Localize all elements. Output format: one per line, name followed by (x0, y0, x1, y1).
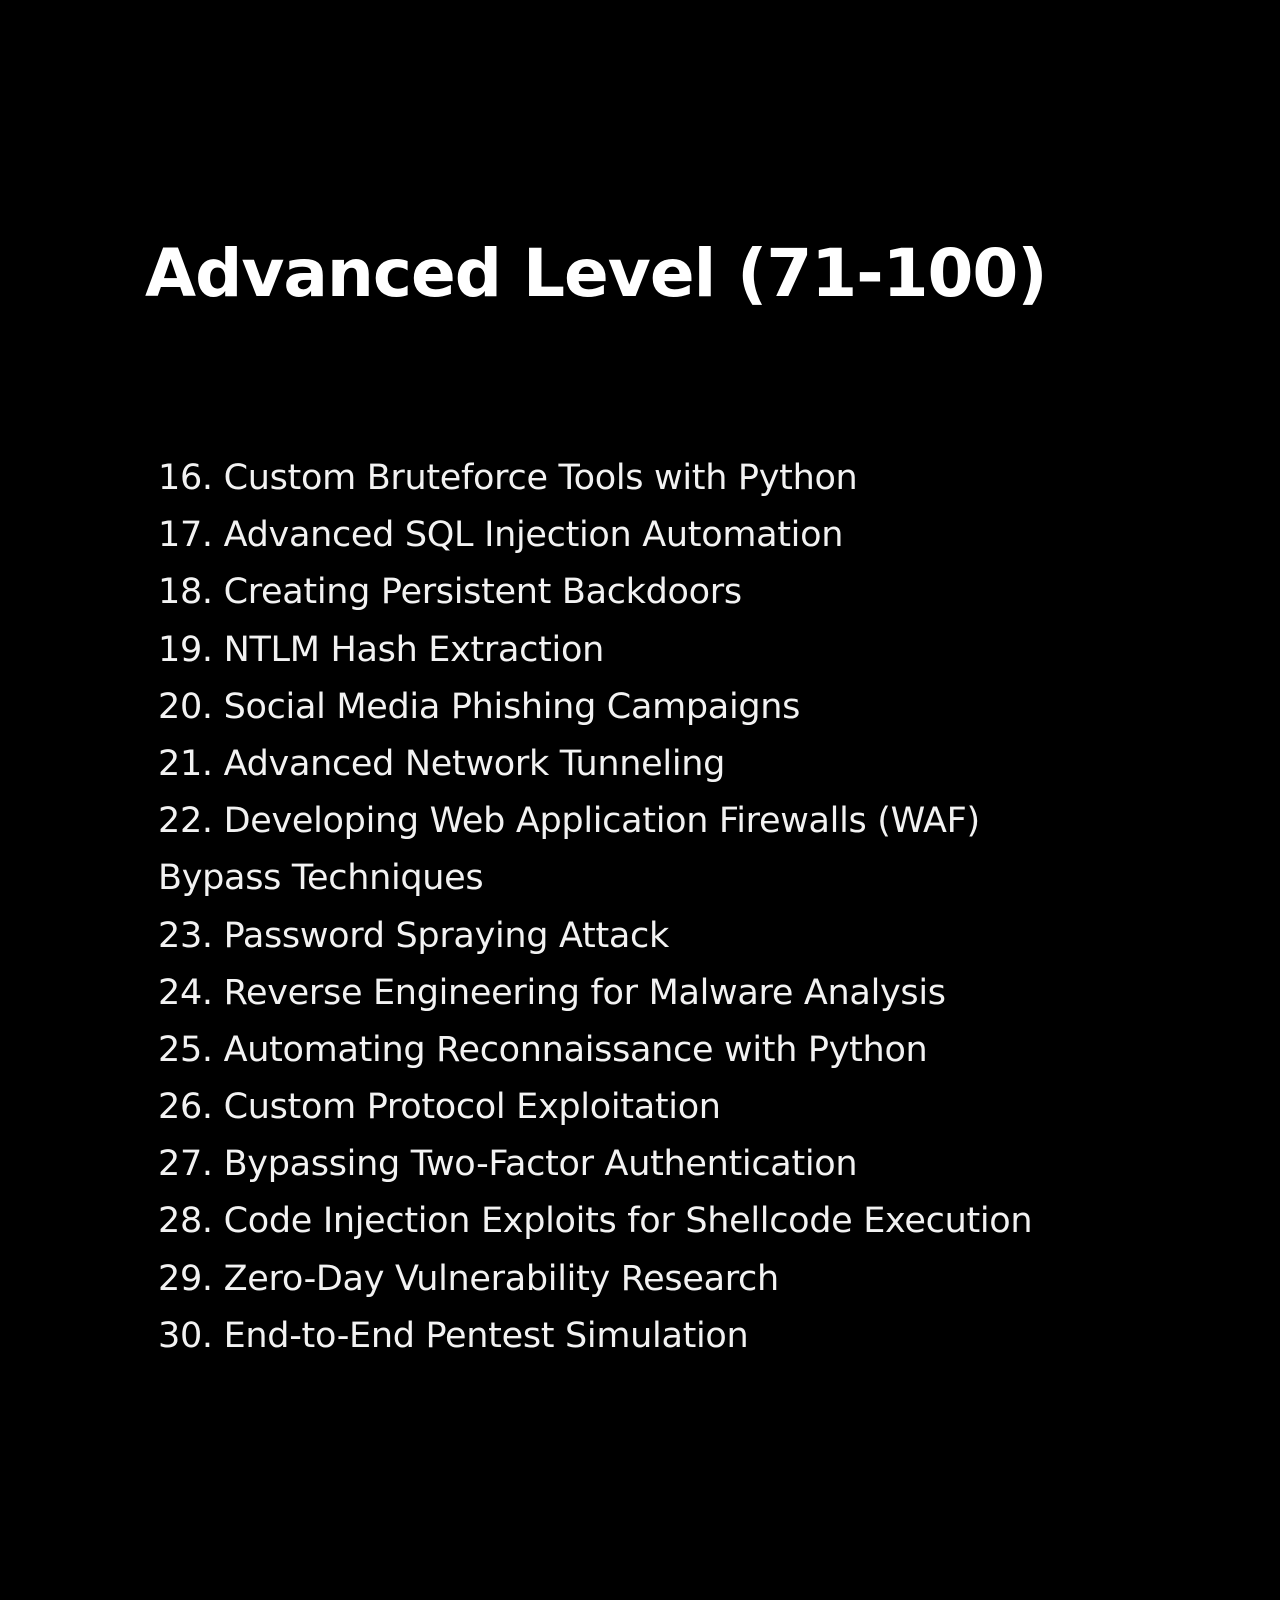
topic-list: 16. Custom Bruteforce Tools with Python … (158, 450, 1238, 1365)
list-item: 21. Advanced Network Tunneling (158, 743, 726, 784)
page-title: Advanced Level (71-100) (145, 235, 1048, 312)
list-item-continuation: Bypass Techniques (158, 858, 484, 899)
list-item: 24. Reverse Engineering for Malware Anal… (158, 972, 946, 1013)
list-item: 30. End-to-End Pentest Simulation (158, 1315, 749, 1356)
list-item: 17. Advanced SQL Injection Automation (158, 515, 844, 556)
list-item: 23. Password Spraying Attack (158, 915, 669, 956)
list-item: 18. Creating Persistent Backdoors (158, 572, 742, 613)
list-item: 19. NTLM Hash Extraction (158, 629, 604, 670)
list-item: 29. Zero-Day Vulnerability Research (158, 1258, 779, 1299)
list-item: 28. Code Injection Exploits for Shellcod… (158, 1201, 1033, 1242)
list-item: 26. Custom Protocol Exploitation (158, 1087, 721, 1128)
list-item: 22. Developing Web Application Firewalls… (158, 801, 980, 842)
list-item: 16. Custom Bruteforce Tools with Python (158, 458, 858, 498)
page-background: Advanced Level (71-100) 16. Custom Brute… (0, 0, 1280, 1600)
list-item: 25. Automating Reconnaissance with Pytho… (158, 1029, 928, 1070)
list-item: 20. Social Media Phishing Campaigns (158, 686, 801, 727)
list-item: 27. Bypassing Two-Factor Authentication (158, 1144, 858, 1185)
